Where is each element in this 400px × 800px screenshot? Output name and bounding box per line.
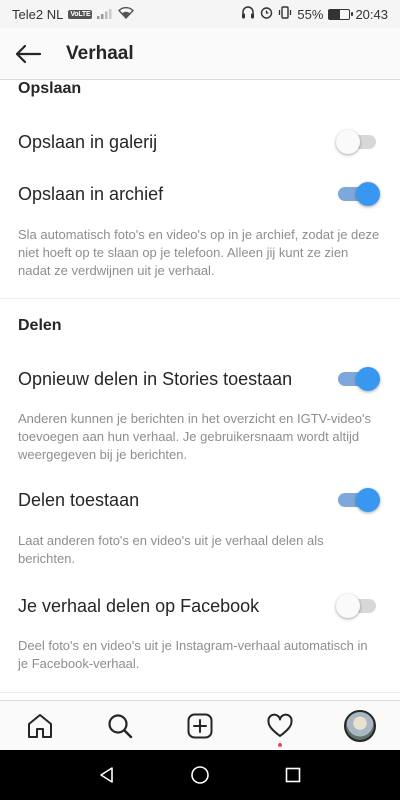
nav-activity[interactable] [250, 701, 310, 751]
toggle-knob [336, 594, 360, 618]
system-navigation-bar [0, 750, 400, 800]
setting-label: Je verhaal delen op Facebook [18, 595, 260, 616]
setting-row-allow-sharing[interactable]: Delen toestaan [0, 480, 400, 520]
back-triangle-icon [99, 767, 113, 783]
toggle-knob [356, 488, 380, 512]
setting-row-reshare-stories[interactable]: Opnieuw delen in Stories toestaan [0, 359, 400, 399]
battery-level [329, 9, 341, 19]
toggle-knob [356, 367, 380, 391]
nav-new-post[interactable] [170, 701, 230, 751]
status-left: Tele2 NL VoLTE [12, 6, 135, 22]
activity-notification-dot [278, 742, 282, 747]
profile-avatar [344, 709, 376, 742]
settings-content[interactable]: Opslaan Opslaan in galerij Opslaan in ar… [0, 80, 400, 700]
wifi-icon [118, 6, 135, 22]
save-archive-toggle[interactable] [336, 182, 380, 206]
status-right: 55% 20:43 [241, 6, 388, 22]
allow-sharing-toggle[interactable] [336, 488, 380, 512]
battery-percent: 55% [297, 6, 324, 22]
status-bar: Tele2 NL VoLTE 55% 20:43 [0, 0, 400, 28]
save-archive-description: Sla automatisch foto's en video's op in … [18, 227, 380, 278]
setting-label: Delen toestaan [18, 489, 140, 510]
reshare-stories-toggle[interactable] [336, 367, 380, 391]
section-heading-save: Opslaan [18, 80, 82, 97]
setting-label: Opslaan in archief [18, 183, 164, 204]
share-facebook-description: Deel foto's en video's uit je Instagram-… [18, 638, 368, 671]
search-icon [108, 713, 133, 738]
toggle-knob [356, 182, 380, 206]
nav-search[interactable] [90, 701, 150, 751]
system-home-button[interactable] [180, 755, 220, 795]
signal-icon [97, 7, 113, 22]
nav-profile[interactable] [330, 701, 390, 751]
home-circle-icon [191, 766, 209, 784]
battery-icon [328, 8, 354, 20]
allow-sharing-description: Laat anderen foto's en video's uit je ve… [18, 533, 324, 566]
setting-label: Opslaan in galerij [18, 131, 158, 152]
arrow-left-icon [15, 44, 42, 63]
toggle-knob [336, 130, 360, 154]
section-divider [0, 692, 400, 693]
alarm-icon [260, 6, 273, 22]
section-heading-share: Delen [18, 317, 62, 334]
clock: 20:43 [355, 6, 388, 22]
new-post-icon [187, 713, 213, 738]
app-header: Verhaal [0, 28, 400, 80]
page-title: Verhaal [66, 42, 134, 64]
carrier-name: Tele2 NL [12, 6, 64, 22]
system-back-button[interactable] [87, 755, 127, 795]
share-facebook-toggle[interactable] [336, 594, 380, 618]
setting-row-share-facebook[interactable]: Je verhaal delen op Facebook [0, 586, 400, 626]
vibrate-icon [278, 6, 292, 22]
activity-heart-icon [267, 713, 293, 737]
volte-badge: VoLTE [68, 9, 93, 19]
system-recents-button[interactable] [273, 755, 313, 795]
home-icon [28, 713, 52, 738]
setting-row-save-archive[interactable]: Opslaan in archief [0, 174, 400, 214]
reshare-stories-description: Anderen kunnen je berichten in het overz… [18, 411, 371, 462]
headset-icon [241, 6, 255, 22]
back-button[interactable] [0, 28, 56, 80]
section-divider [0, 298, 400, 299]
setting-row-save-gallery[interactable]: Opslaan in galerij [0, 122, 400, 162]
recents-square-icon [286, 767, 301, 783]
save-gallery-toggle[interactable] [336, 130, 380, 154]
nav-home[interactable] [10, 701, 70, 751]
setting-label: Opnieuw delen in Stories toestaan [18, 368, 293, 389]
bottom-navigation [0, 700, 400, 750]
